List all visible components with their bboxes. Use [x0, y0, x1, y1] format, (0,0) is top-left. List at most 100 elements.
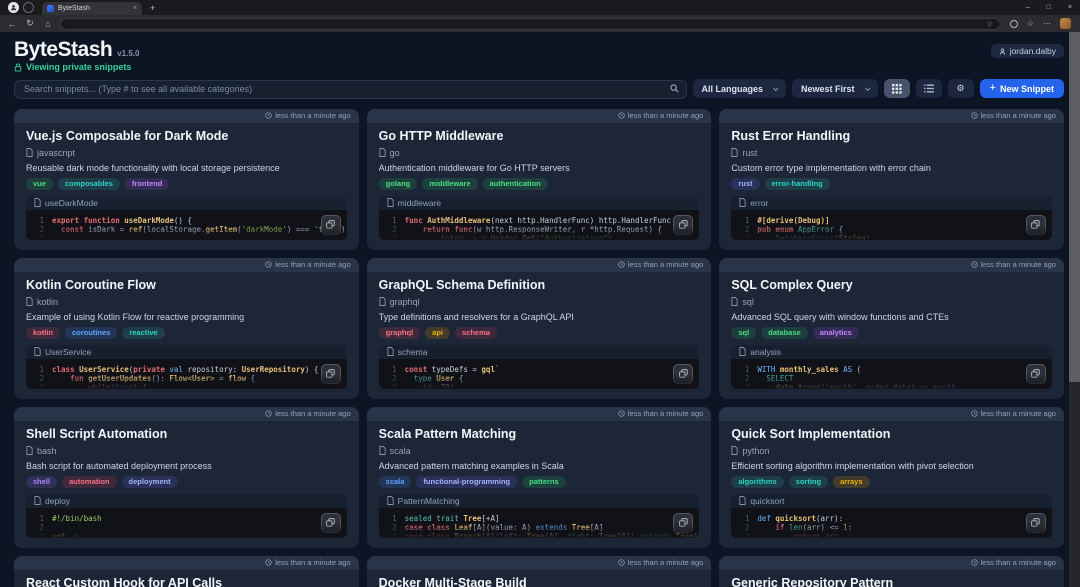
- copy-icon: [679, 220, 688, 229]
- timestamp-label: less than a minute ago: [981, 409, 1056, 418]
- snippet-card[interactable]: less than a minute ago Vue.js Composable…: [14, 109, 359, 250]
- bookmark-star-icon[interactable]: ☆: [987, 20, 993, 28]
- tag-pill[interactable]: scala: [379, 476, 412, 488]
- tag-pill[interactable]: sql: [731, 327, 756, 339]
- sort-order-select[interactable]: Newest First: [792, 79, 878, 98]
- clock-icon: [265, 559, 272, 566]
- gear-icon: ⚙: [957, 83, 965, 94]
- copy-button[interactable]: [321, 215, 341, 235]
- copy-button[interactable]: [673, 513, 693, 533]
- tag-pill[interactable]: reactive: [122, 327, 164, 339]
- window-minimize-button[interactable]: –: [1026, 4, 1030, 11]
- language-filter-select[interactable]: All Languages: [693, 79, 787, 98]
- window-maximize-button[interactable]: □: [1047, 4, 1051, 11]
- code-line: 1const typeDefs = gql`: [385, 365, 692, 374]
- copy-icon: [679, 369, 688, 378]
- copy-icon: [679, 518, 688, 527]
- snippet-grid: less than a minute ago Vue.js Composable…: [14, 109, 1064, 587]
- search-input[interactable]: [14, 80, 687, 99]
- snippet-tags: shell automation deployment: [26, 476, 347, 488]
- snippet-language-label: sql: [742, 297, 754, 307]
- snippet-card[interactable]: less than a minute ago Rust Error Handli…: [719, 109, 1064, 250]
- browser-profile-icon[interactable]: [8, 2, 19, 13]
- copy-button[interactable]: [1026, 364, 1046, 384]
- snippet-card[interactable]: less than a minute ago SQL Complex Query…: [719, 258, 1064, 399]
- snippet-card[interactable]: less than a minute ago GraphQL Schema De…: [367, 258, 712, 399]
- tag-pill[interactable]: database: [761, 327, 808, 339]
- copy-button[interactable]: [321, 513, 341, 533]
- new-tab-button[interactable]: +: [150, 3, 155, 13]
- browser-menu-button[interactable]: ⋯: [1043, 19, 1051, 28]
- tab-title: ByteStash: [58, 5, 129, 12]
- browser-tab[interactable]: ByteStash ×: [42, 2, 142, 15]
- tag-pill[interactable]: graphql: [379, 327, 421, 339]
- snippet-card[interactable]: less than a minute ago Generic Repositor…: [719, 556, 1064, 587]
- scrollbar-thumb[interactable]: [1069, 32, 1080, 382]
- tag-pill[interactable]: sorting: [789, 476, 828, 488]
- tag-pill[interactable]: kotlin: [26, 327, 60, 339]
- grid-view-button[interactable]: [884, 79, 910, 98]
- file-icon: [731, 446, 738, 455]
- list-icon: [924, 84, 934, 93]
- copy-button[interactable]: [1026, 215, 1046, 235]
- snippet-card[interactable]: less than a minute ago Go HTTP Middlewar…: [367, 109, 712, 250]
- tag-pill[interactable]: functional-programming: [416, 476, 517, 488]
- tag-pill[interactable]: rust: [731, 178, 759, 190]
- snippet-card[interactable]: less than a minute ago React Custom Hook…: [14, 556, 359, 587]
- code-block: UserService 1class UserService(private v…: [26, 345, 347, 389]
- snippet-card[interactable]: less than a minute ago Kotlin Coroutine …: [14, 258, 359, 399]
- tag-pill[interactable]: golang: [379, 178, 418, 190]
- browser-hub-icon[interactable]: [1010, 20, 1018, 28]
- snippet-card[interactable]: less than a minute ago Docker Multi-Stag…: [367, 556, 712, 587]
- clock-icon: [618, 559, 625, 566]
- file-icon: [34, 347, 41, 356]
- browser-tab-bar: ByteStash × + – □ ×: [0, 0, 1080, 15]
- tag-pill[interactable]: composables: [58, 178, 120, 190]
- tag-pill[interactable]: api: [425, 327, 450, 339]
- browser-avatar[interactable]: [1060, 18, 1071, 29]
- code-line: 2 return func(w http.ResponseWriter, r *…: [385, 225, 692, 234]
- tag-pill[interactable]: deployment: [122, 476, 178, 488]
- tag-pill[interactable]: authentication: [483, 178, 548, 190]
- clock-icon: [265, 261, 272, 268]
- page-scrollbar[interactable]: [1069, 32, 1080, 587]
- tag-pill[interactable]: vue: [26, 178, 53, 190]
- tag-pill[interactable]: middleware: [422, 178, 477, 190]
- card-timestamp-bar: less than a minute ago: [14, 556, 359, 570]
- tag-pill[interactable]: shell: [26, 476, 57, 488]
- card-timestamp-bar: less than a minute ago: [719, 258, 1064, 272]
- address-bar[interactable]: ☆: [60, 18, 1001, 30]
- tab-close-icon[interactable]: ×: [133, 5, 137, 12]
- tag-pill[interactable]: algorithms: [731, 476, 783, 488]
- new-snippet-button[interactable]: + New Snippet: [980, 79, 1064, 98]
- settings-button[interactable]: ⚙: [948, 79, 974, 98]
- snippet-card[interactable]: less than a minute ago Shell Script Auto…: [14, 407, 359, 548]
- snippet-language-label: bash: [37, 446, 57, 456]
- tag-pill[interactable]: analytics: [813, 327, 859, 339]
- user-menu-button[interactable]: jordan.dalby: [991, 44, 1064, 58]
- home-button[interactable]: ⌂: [42, 19, 54, 29]
- snippet-tags: rust error-handling: [731, 178, 1052, 190]
- back-button[interactable]: ←: [6, 19, 18, 29]
- snippet-card[interactable]: less than a minute ago Quick Sort Implem…: [719, 407, 1064, 548]
- copy-button[interactable]: [673, 215, 693, 235]
- code-line: 1class UserService(private val repositor…: [32, 365, 339, 374]
- refresh-button[interactable]: ↻: [24, 18, 36, 29]
- copy-button[interactable]: [321, 364, 341, 384]
- tag-pill[interactable]: frontend: [125, 178, 169, 190]
- snippet-title: Vue.js Composable for Dark Mode: [26, 129, 347, 143]
- window-close-button[interactable]: ×: [1068, 4, 1072, 11]
- browser-extensions-icon[interactable]: [23, 2, 34, 13]
- copy-button[interactable]: [673, 364, 693, 384]
- tag-pill[interactable]: coroutines: [65, 327, 117, 339]
- code-line: 1sealed trait Tree[+A]: [385, 514, 692, 523]
- tag-pill[interactable]: patterns: [522, 476, 566, 488]
- tag-pill[interactable]: error-handling: [765, 178, 830, 190]
- tag-pill[interactable]: schema: [455, 327, 497, 339]
- tag-pill[interactable]: automation: [62, 476, 116, 488]
- favorites-button[interactable]: ☆: [1027, 19, 1034, 28]
- tag-pill[interactable]: arrays: [833, 476, 870, 488]
- snippet-card[interactable]: less than a minute ago Scala Pattern Mat…: [367, 407, 712, 548]
- list-view-button[interactable]: [916, 79, 942, 98]
- copy-button[interactable]: [1026, 513, 1046, 533]
